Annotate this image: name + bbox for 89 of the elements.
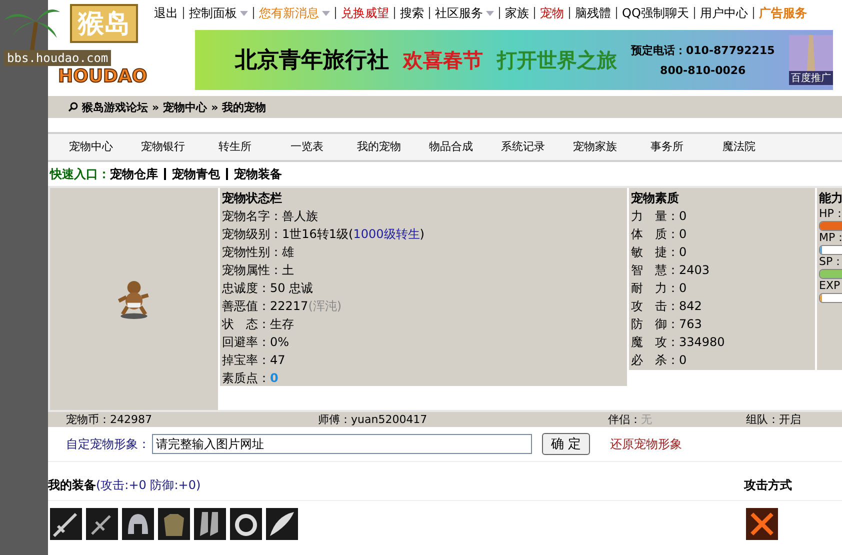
breadcrumb-separator: »	[211, 100, 218, 114]
dropdown-arrow-icon	[486, 10, 494, 16]
helmet-icon[interactable]	[122, 508, 154, 540]
crossed-swords-icon[interactable]	[746, 508, 778, 540]
top-nav-link[interactable]: 兑换威望	[341, 4, 389, 22]
confirm-button[interactable]: 确 定	[542, 433, 590, 455]
quick-entry-link[interactable]: 宠物青包	[172, 166, 220, 182]
breadcrumb-link[interactable]: 我的宠物	[222, 100, 266, 114]
logo-title: 猴岛	[70, 4, 138, 43]
top-nav-link[interactable]: 家族	[505, 4, 529, 22]
quality-row-text: 智 慧：2403	[631, 262, 711, 279]
bar-label: SP：	[819, 255, 842, 269]
bar-label: MP：	[819, 231, 842, 245]
restore-link[interactable]: 还原宠物形象	[610, 436, 682, 452]
info-field: 师傅：yuan5200417	[318, 412, 608, 427]
image-url-field[interactable]: 请完整输入图片网址	[152, 434, 532, 454]
quality-row-text: 防 御：763	[631, 316, 703, 333]
top-nav-link[interactable]: 控制面板	[189, 4, 248, 22]
nav-tab[interactable]: 一览表	[271, 134, 343, 160]
nav-tab[interactable]: 魔法院	[703, 134, 775, 160]
top-nav-link[interactable]: 退出	[154, 4, 178, 22]
nav-tab[interactable]: 宠物家族	[559, 134, 631, 160]
top-nav-link[interactable]: QQ强制聊天	[622, 4, 689, 22]
quality-row-text: 敏 捷：0	[631, 244, 688, 261]
nav-tab[interactable]: 物品合成	[415, 134, 487, 160]
ad-banner[interactable]: 北京青年旅行社 欢喜春节 打开世界之旅 预定电话：010-87792215 800-810-0026 百度推广	[195, 30, 833, 90]
breadcrumb-link[interactable]: 猴岛游戏论坛	[82, 100, 148, 114]
banner-badge: 百度推广	[788, 71, 833, 85]
top-nav-link[interactable]: 宠物	[540, 4, 564, 22]
quality-row-text: 攻 击：842	[631, 298, 703, 315]
nav-tab[interactable]: 事务所	[631, 134, 703, 160]
status-row-text: 忠诚度：50 忠诚	[222, 280, 314, 297]
quick-entry-link[interactable]: 宠物装备	[234, 166, 282, 182]
status-row-text: 素质点：0	[222, 370, 280, 387]
top-nav-link[interactable]: 社区服务	[435, 4, 494, 22]
status-row-text: 善恶值：22217(浑沌)	[222, 298, 343, 315]
breadcrumb-separator: »	[152, 100, 160, 114]
tower-drawing	[806, 35, 815, 71]
top-nav-link[interactable]: 脑残體	[575, 4, 611, 22]
banner-phone: 800-810-0026	[660, 64, 746, 77]
nav-tab[interactable]: 宠物银行	[127, 134, 199, 160]
banner-title: 北京青年旅行社	[235, 47, 389, 75]
nav-tab[interactable]: 系统记录	[487, 134, 559, 160]
quality-row-text: 体 质：0	[631, 226, 688, 243]
dropdown-arrow-icon	[240, 10, 248, 16]
banner-slogan: 欢喜春节	[403, 46, 483, 74]
site-logo[interactable]: 猴岛 bbs.houdao.com HOUDAO	[0, 0, 150, 95]
status-row-text: 宠物名字：兽人族	[222, 208, 319, 225]
banner-slogan: 打开世界之旅	[497, 46, 617, 74]
attack-mode-title: 攻击方式	[744, 476, 792, 494]
armor-icon[interactable]	[158, 508, 190, 540]
quick-entry-link[interactable]: 宠物仓库	[110, 166, 158, 182]
status-row-text: 宠物属性：土	[222, 262, 295, 279]
boots-icon[interactable]	[194, 508, 226, 540]
search-icon	[68, 102, 78, 112]
quality-row-text: 力 量：0	[631, 208, 688, 225]
panel-title: 宠物状态栏	[222, 190, 283, 207]
quality-row-text: 必 杀：0	[631, 352, 688, 369]
breadcrumb-link[interactable]: 宠物中心	[163, 100, 208, 114]
info-field: 伴侣：无	[608, 412, 746, 427]
equipment-title: 我的装备(攻击:+0 防御:+0)	[48, 476, 201, 494]
info-field: 组队：开启	[746, 412, 801, 427]
logo-brand: HOUDAO	[58, 66, 148, 87]
dropdown-arrow-icon	[322, 10, 330, 16]
feather-icon[interactable]	[266, 508, 298, 540]
status-row-text: 状 态：生存	[222, 316, 295, 333]
status-row-text: 宠物级别：1世16转1级(1000级转生)	[222, 226, 426, 243]
nav-tab[interactable]: 转生所	[199, 134, 271, 160]
logo-url: bbs.houdao.com	[4, 50, 112, 66]
status-row-text: 宠物性别：雄	[222, 244, 295, 261]
custom-image-label: 自定宠物形象：	[66, 436, 150, 452]
banner-phone: 预定电话：010-87792215	[631, 43, 775, 58]
panel-title: 宠物素质	[631, 190, 680, 207]
status-row-text: 回避率：0%	[222, 334, 290, 351]
bar-label: EXP	[819, 279, 842, 293]
top-nav-link[interactable]: 用户中心	[700, 4, 748, 22]
ring-icon[interactable]	[230, 508, 262, 540]
bar-label: HP：	[819, 207, 842, 221]
sword-icon[interactable]	[50, 508, 82, 540]
panel-title: 能力	[819, 190, 842, 207]
top-nav-link[interactable]: 搜索	[400, 4, 424, 22]
status-row-text: 掉宝率：47	[222, 352, 286, 369]
nav-tab[interactable]: 我的宠物	[343, 134, 415, 160]
dagger-icon[interactable]	[86, 508, 118, 540]
nav-tab[interactable]: 宠物中心	[55, 134, 127, 160]
info-field: 宠物币：242987	[66, 412, 318, 427]
quality-row-text: 耐 力：0	[631, 280, 688, 297]
quality-row-text: 魔 攻：334980	[631, 334, 726, 351]
quick-entry-label: 快速入口：	[50, 166, 110, 182]
